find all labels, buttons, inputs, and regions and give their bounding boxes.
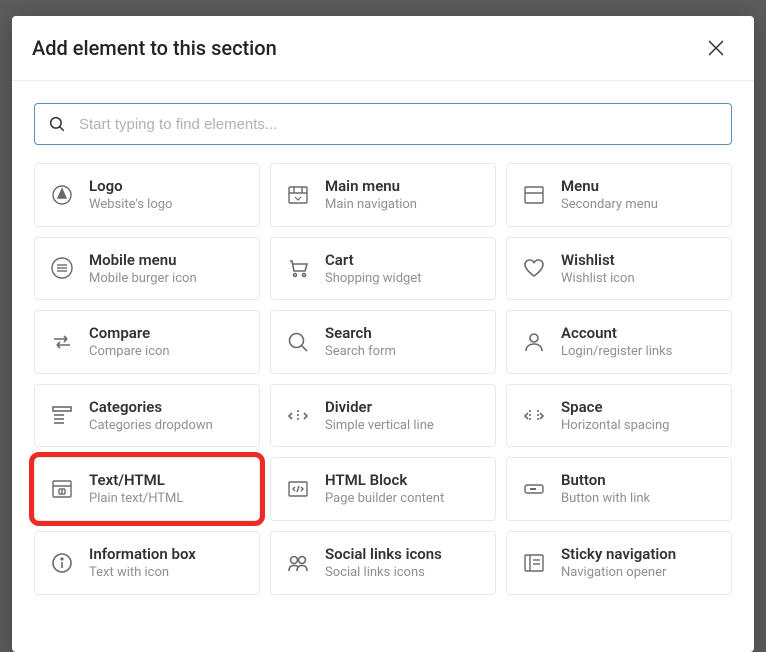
card-text: Divider Simple vertical line — [325, 398, 434, 434]
modal-body: Logo Website's logo Main menu Ma — [12, 81, 754, 652]
card-title: HTML Block — [325, 471, 444, 489]
card-title: Sticky navigation — [561, 545, 676, 563]
social-icon — [285, 550, 311, 576]
card-desc: Main navigation — [325, 197, 417, 213]
element-card-categories[interactable]: Categories Categories dropdown — [34, 384, 260, 448]
card-title: Information box — [89, 545, 196, 563]
card-desc: Page builder content — [325, 491, 444, 507]
card-desc: Website's logo — [89, 197, 172, 213]
element-card-search[interactable]: Search Search form — [270, 310, 496, 374]
element-card-wishlist[interactable]: Wishlist Wishlist icon — [506, 237, 732, 301]
card-desc: Simple vertical line — [325, 418, 434, 434]
card-desc: Text with icon — [89, 565, 196, 581]
card-text: Button Button with link — [561, 471, 650, 507]
card-title: Divider — [325, 398, 434, 416]
card-title: Mobile menu — [89, 251, 197, 269]
card-desc: Horizontal spacing — [561, 418, 669, 434]
card-text: Space Horizontal spacing — [561, 398, 669, 434]
card-desc: Navigation opener — [561, 565, 676, 581]
element-card-sticky-nav[interactable]: Sticky navigation Navigation opener — [506, 531, 732, 595]
heart-icon — [521, 255, 547, 281]
search-wrap — [34, 103, 732, 145]
card-desc: Plain text/HTML — [89, 491, 183, 507]
card-text: Sticky navigation Navigation opener — [561, 545, 676, 581]
search-input[interactable] — [34, 103, 732, 145]
card-desc: Wishlist icon — [561, 271, 635, 287]
card-text: Cart Shopping widget — [325, 251, 421, 287]
categories-icon — [49, 403, 75, 429]
card-title: Categories — [89, 398, 213, 416]
card-text: Main menu Main navigation — [325, 177, 417, 213]
modal-header: Add element to this section — [12, 16, 754, 81]
card-text: Wishlist Wishlist icon — [561, 251, 635, 287]
card-text: Logo Website's logo — [89, 177, 172, 213]
main-menu-icon — [285, 182, 311, 208]
card-title: Text/HTML — [89, 471, 183, 489]
card-desc: Social links icons — [325, 565, 442, 581]
card-desc: Compare icon — [89, 344, 170, 360]
element-card-html-block[interactable]: HTML Block Page builder content — [270, 457, 496, 521]
card-desc: Mobile burger icon — [89, 271, 197, 287]
account-icon — [521, 329, 547, 355]
element-card-divider[interactable]: Divider Simple vertical line — [270, 384, 496, 448]
card-text: Categories Categories dropdown — [89, 398, 213, 434]
card-title: Search — [325, 324, 396, 342]
card-title: Compare — [89, 324, 170, 342]
card-title: Logo — [89, 177, 172, 195]
divider-icon — [285, 403, 311, 429]
text-html-icon — [49, 476, 75, 502]
card-desc: Categories dropdown — [89, 418, 213, 434]
elements-grid: Logo Website's logo Main menu Ma — [34, 163, 732, 595]
compare-icon — [49, 329, 75, 355]
card-text: Text/HTML Plain text/HTML — [89, 471, 183, 507]
space-icon — [521, 403, 547, 429]
card-text: HTML Block Page builder content — [325, 471, 444, 507]
card-title: Wishlist — [561, 251, 635, 269]
card-desc: Login/register links — [561, 344, 672, 360]
menu-icon — [521, 182, 547, 208]
button-icon — [521, 476, 547, 502]
element-card-social-links[interactable]: Social links icons Social links icons — [270, 531, 496, 595]
element-card-text-html[interactable]: Text/HTML Plain text/HTML — [34, 457, 260, 521]
element-card-main-menu[interactable]: Main menu Main navigation — [270, 163, 496, 227]
sticky-nav-icon — [521, 550, 547, 576]
element-card-account[interactable]: Account Login/register links — [506, 310, 732, 374]
html-block-icon — [285, 476, 311, 502]
card-title: Button — [561, 471, 650, 489]
card-text: Menu Secondary menu — [561, 177, 658, 213]
modal-title: Add element to this section — [32, 36, 277, 60]
card-text: Search Search form — [325, 324, 396, 360]
card-title: Account — [561, 324, 672, 342]
add-element-modal: Add element to this section — [12, 16, 754, 652]
search-icon — [285, 329, 311, 355]
card-desc: Secondary menu — [561, 197, 658, 213]
card-text: Information box Text with icon — [89, 545, 196, 581]
element-card-info-box[interactable]: Information box Text with icon — [34, 531, 260, 595]
element-card-mobile-menu[interactable]: Mobile menu Mobile burger icon — [34, 237, 260, 301]
card-text: Mobile menu Mobile burger icon — [89, 251, 197, 287]
close-icon — [706, 38, 726, 58]
card-text: Compare Compare icon — [89, 324, 170, 360]
cart-icon — [285, 255, 311, 281]
element-card-button[interactable]: Button Button with link — [506, 457, 732, 521]
close-button[interactable] — [702, 34, 730, 62]
element-card-space[interactable]: Space Horizontal spacing — [506, 384, 732, 448]
card-desc: Shopping widget — [325, 271, 421, 287]
card-title: Social links icons — [325, 545, 442, 563]
card-desc: Search form — [325, 344, 396, 360]
element-card-cart[interactable]: Cart Shopping widget — [270, 237, 496, 301]
info-icon — [49, 550, 75, 576]
card-title: Space — [561, 398, 669, 416]
card-title: Cart — [325, 251, 421, 269]
mobile-menu-icon — [49, 255, 75, 281]
element-card-compare[interactable]: Compare Compare icon — [34, 310, 260, 374]
card-text: Account Login/register links — [561, 324, 672, 360]
logo-icon — [49, 182, 75, 208]
element-card-logo[interactable]: Logo Website's logo — [34, 163, 260, 227]
card-desc: Button with link — [561, 491, 650, 507]
card-text: Social links icons Social links icons — [325, 545, 442, 581]
card-title: Main menu — [325, 177, 417, 195]
element-card-menu[interactable]: Menu Secondary menu — [506, 163, 732, 227]
card-title: Menu — [561, 177, 658, 195]
